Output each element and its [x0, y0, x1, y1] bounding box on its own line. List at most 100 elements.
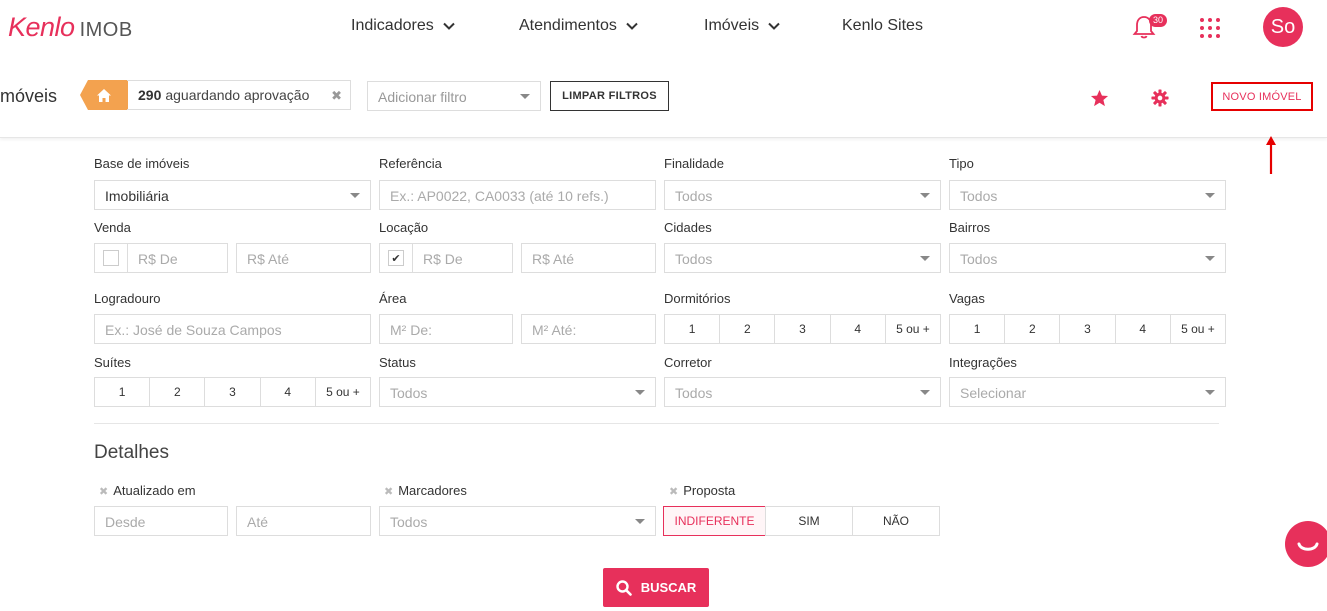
add-filter-select[interactable]: Adicionar filtro — [367, 81, 541, 111]
atualizado-label: ✖ Atualizado em — [99, 483, 196, 498]
suites-option[interactable]: 4 — [261, 378, 316, 406]
chat-smile-icon — [1297, 542, 1319, 551]
dormitorios-option[interactable]: 5 ou + — [886, 315, 940, 343]
vagas-option[interactable]: 3 — [1060, 315, 1116, 343]
suites-option[interactable]: 1 — [95, 378, 151, 406]
toolbar: móveis 290 aguardando aprovação ✖ Adicio… — [0, 56, 1327, 138]
locacao-max-input[interactable]: R$ Até — [521, 243, 656, 273]
venda-max-placeholder: R$ Até — [247, 251, 290, 267]
vagas-option[interactable]: 2 — [1005, 315, 1061, 343]
nav-item-imoveis[interactable]: Imóveis — [704, 17, 780, 35]
venda-max-input[interactable]: R$ Até — [236, 243, 371, 273]
dormitorios-selector: 1 2 3 4 5 ou + — [664, 314, 941, 344]
remove-icon[interactable]: ✖ — [99, 486, 108, 498]
atualizado-to-placeholder: Até — [247, 514, 269, 530]
locacao-min-placeholder: R$ De — [423, 251, 463, 267]
status-select[interactable]: Todos — [379, 377, 656, 407]
search-button[interactable]: BUSCAR — [603, 568, 709, 607]
cidades-value: Todos — [675, 251, 713, 267]
integracoes-label: Integrações — [949, 355, 1017, 370]
suites-label: Suítes — [94, 355, 131, 370]
area-max-input[interactable]: M² Até: — [521, 314, 656, 344]
suites-option[interactable]: 3 — [205, 378, 261, 406]
referencia-label: Referência — [379, 156, 442, 171]
locacao-min-input[interactable]: R$ De — [412, 243, 513, 273]
filter-chip-pending[interactable]: 290 aguardando aprovação ✖ — [127, 80, 351, 110]
add-filter-placeholder: Adicionar filtro — [378, 89, 467, 105]
logradouro-input[interactable]: Ex.: José de Souza Campos — [94, 314, 371, 344]
locacao-label: Locação — [379, 220, 429, 235]
base-select[interactable]: Imobiliária — [94, 180, 371, 210]
cidades-label: Cidades — [664, 220, 712, 235]
integracoes-value: Selecionar — [960, 385, 1027, 401]
page-title: móveis — [0, 86, 58, 106]
venda-min-input[interactable]: R$ De — [127, 243, 228, 273]
caret-down-icon — [920, 390, 930, 395]
venda-label: Venda — [94, 220, 131, 235]
remove-icon[interactable]: ✖ — [669, 486, 678, 498]
chip-count: 290 — [138, 87, 162, 103]
nav-item-label: Indicadores — [351, 17, 434, 34]
proposta-option-nao[interactable]: NÃO — [852, 506, 940, 536]
chat-icon[interactable] — [1285, 521, 1327, 567]
caret-down-icon — [350, 193, 360, 198]
logo[interactable]: Kenlo IMOB — [8, 12, 133, 42]
vagas-option[interactable]: 1 — [950, 315, 1006, 343]
new-property-button[interactable]: NOVO IMÓVEL — [1211, 82, 1313, 111]
close-icon[interactable]: ✖ — [331, 88, 342, 104]
area-min-input[interactable]: M² De: — [379, 314, 513, 344]
divider — [94, 423, 1219, 424]
atualizado-from-input[interactable]: Desde — [94, 506, 228, 536]
dormitorios-option[interactable]: 4 — [831, 315, 886, 343]
vagas-option[interactable]: 5 ou + — [1171, 315, 1225, 343]
suites-option[interactable]: 2 — [150, 378, 206, 406]
nav-item-indicadores[interactable]: Indicadores — [351, 17, 455, 35]
dormitorios-label: Dormitórios — [664, 291, 731, 306]
referencia-input[interactable]: Ex.: AP0022, CA0033 (até 10 refs.) — [379, 180, 656, 210]
vagas-selector: 1 2 3 4 5 ou + — [949, 314, 1226, 344]
apps-grid-icon[interactable] — [1200, 18, 1220, 38]
clear-filters-button[interactable]: LIMPAR FILTROS — [550, 81, 669, 111]
area-min-placeholder: M² De: — [390, 322, 432, 338]
home-tag[interactable] — [80, 80, 128, 110]
integracoes-select[interactable]: Selecionar — [949, 377, 1226, 407]
venda-min-placeholder: R$ De — [138, 251, 178, 267]
caret-down-icon — [920, 256, 930, 261]
home-icon — [97, 88, 111, 102]
caret-down-icon — [635, 390, 645, 395]
atualizado-to-input[interactable]: Até — [236, 506, 371, 536]
logradouro-placeholder: Ex.: José de Souza Campos — [105, 322, 282, 338]
remove-icon[interactable]: ✖ — [384, 486, 393, 498]
tipo-select[interactable]: Todos — [949, 180, 1226, 210]
checkbox-box — [103, 250, 119, 266]
locacao-max-placeholder: R$ Até — [532, 251, 575, 267]
nav-item-kenlo-sites[interactable]: Kenlo Sites — [842, 17, 923, 35]
dormitorios-option[interactable]: 2 — [720, 315, 776, 343]
vagas-label: Vagas — [949, 291, 985, 306]
locacao-checkbox[interactable]: ✔ — [379, 243, 413, 273]
cidades-select[interactable]: Todos — [664, 243, 941, 273]
base-value: Imobiliária — [105, 188, 169, 204]
avatar[interactable]: So — [1263, 7, 1303, 47]
suites-option[interactable]: 5 ou + — [316, 378, 370, 406]
marcadores-select[interactable]: Todos — [379, 506, 656, 536]
proposta-option-indiferente[interactable]: INDIFERENTE — [663, 506, 766, 536]
venda-checkbox[interactable] — [94, 243, 128, 273]
logradouro-label: Logradouro — [94, 291, 161, 306]
dormitorios-option[interactable]: 1 — [665, 315, 721, 343]
marcadores-value: Todos — [390, 514, 428, 530]
proposta-option-sim[interactable]: SIM — [765, 506, 853, 536]
nav-item-atendimentos[interactable]: Atendimentos — [519, 17, 638, 35]
star-icon[interactable] — [1090, 89, 1109, 108]
proposta-text: Proposta — [683, 483, 736, 498]
corretor-select[interactable]: Todos — [664, 377, 941, 407]
check-icon: ✔ — [388, 250, 404, 266]
gear-icon[interactable] — [1151, 89, 1169, 107]
area-max-placeholder: M² Até: — [532, 322, 577, 338]
finalidade-select[interactable]: Todos — [664, 180, 941, 210]
vagas-option[interactable]: 4 — [1116, 315, 1171, 343]
bairros-select[interactable]: Todos — [949, 243, 1226, 273]
marcadores-label: ✖ Marcadores — [384, 483, 467, 498]
corretor-label: Corretor — [664, 355, 712, 370]
dormitorios-option[interactable]: 3 — [775, 315, 831, 343]
